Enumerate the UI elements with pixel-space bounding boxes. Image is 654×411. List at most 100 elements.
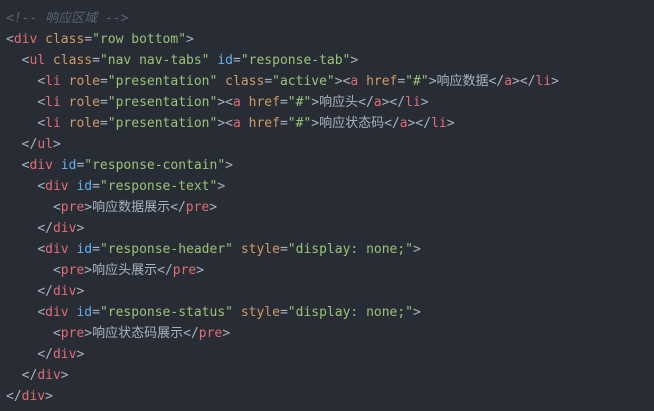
attribute-value: "presentation" <box>107 116 218 131</box>
punctuation: = <box>279 95 288 110</box>
code-block: <!-- 响应区域 --> <div class="row bottom"> <u… <box>6 8 654 407</box>
text-content <box>61 74 69 89</box>
code-line: </div> <box>6 344 654 365</box>
attribute-value: "#" <box>287 95 312 110</box>
punctuation: < <box>37 179 46 194</box>
attribute-value: "presentation" <box>107 74 218 89</box>
tag-name: div <box>45 242 69 257</box>
tag-name: a <box>233 116 241 131</box>
text-content <box>233 305 241 320</box>
tag-name: li <box>535 74 552 89</box>
punctuation: = <box>92 305 100 320</box>
tag-name: ul <box>29 53 46 68</box>
tag-name: div <box>52 284 77 299</box>
tag-name: li <box>431 116 447 131</box>
attribute-value: "presentation" <box>107 95 218 110</box>
attribute-value: "#" <box>287 116 312 131</box>
code-line: </div> <box>6 218 654 239</box>
punctuation: < <box>37 74 46 89</box>
tag-name: pre <box>172 263 197 278</box>
attribute-name: class <box>45 32 85 47</box>
punctuation: < <box>6 32 14 47</box>
tag-name: a <box>233 95 241 110</box>
code-line: <li role="presentation"><a href="#">响应头<… <box>6 92 654 113</box>
punctuation: </ <box>157 263 173 278</box>
tag-name: pre <box>198 326 223 341</box>
punctuation: >< <box>217 116 233 131</box>
punctuation: < <box>37 95 46 110</box>
punctuation: > <box>222 326 231 341</box>
punctuation: </ <box>183 326 199 341</box>
attribute-value: "response-status" <box>99 305 233 320</box>
code-line: <div id="response-status" style="display… <box>6 302 654 323</box>
punctuation: > <box>84 263 93 278</box>
text-content <box>241 116 249 131</box>
code-line: </div> <box>6 365 654 386</box>
attribute-value: "response-contain" <box>84 158 226 173</box>
attribute-value: "response-text" <box>99 179 218 194</box>
punctuation: </ <box>37 284 53 299</box>
punctuation: ></ <box>512 74 536 89</box>
punctuation: = <box>264 74 273 89</box>
attribute-name: class <box>52 53 93 68</box>
attribute-name: id <box>76 179 93 194</box>
code-line: </div> <box>6 281 654 302</box>
punctuation: = <box>279 242 288 257</box>
tag-name: ul <box>37 137 53 152</box>
tag-name: a <box>373 95 382 110</box>
code-line: <pre>响应头展示</pre> <box>6 260 654 281</box>
tag-name: a <box>504 74 513 89</box>
text-content: 响应头展示 <box>92 263 158 278</box>
punctuation: < <box>37 116 46 131</box>
text-content: 响应状态码展示 <box>92 326 184 341</box>
tag-name: pre <box>60 200 85 215</box>
punctuation: </ <box>21 368 38 383</box>
punctuation: >< <box>217 95 233 110</box>
punctuation: > <box>311 95 320 110</box>
tag-name: div <box>45 305 69 320</box>
punctuation: > <box>84 200 93 215</box>
punctuation: </ <box>21 137 38 152</box>
punctuation: </ <box>37 347 53 362</box>
text-content <box>61 95 69 110</box>
text-content: 响应数据展示 <box>92 200 171 215</box>
text-content <box>233 242 241 257</box>
attribute-name: class <box>225 74 265 89</box>
text-content <box>358 74 366 89</box>
punctuation: > <box>311 116 320 131</box>
text-content <box>241 95 249 110</box>
punctuation: > <box>551 74 559 89</box>
tag-name: div <box>21 389 46 404</box>
punctuation: </ <box>358 95 374 110</box>
code-line: <li role="presentation" class="active"><… <box>6 71 654 92</box>
punctuation: ></ <box>407 116 432 131</box>
punctuation: > <box>60 368 69 383</box>
attribute-name: id <box>76 242 93 257</box>
code-line: <div id="response-header" style="display… <box>6 239 654 260</box>
attribute-name: id <box>217 53 233 68</box>
punctuation: > <box>186 32 194 47</box>
tag-name: pre <box>60 326 85 341</box>
punctuation: > <box>428 74 437 89</box>
code-line: <pre>响应状态码展示</pre> <box>6 323 654 344</box>
punctuation: = <box>92 179 100 194</box>
punctuation: > <box>76 221 85 236</box>
attribute-name: id <box>76 305 93 320</box>
punctuation: >< <box>334 74 351 89</box>
code-editor[interactable]: <!-- 响应区域 --> <div class="row bottom"> <u… <box>0 0 654 411</box>
attribute-value: "nav nav-tabs" <box>99 53 210 68</box>
punctuation: = <box>99 74 108 89</box>
tag-name: pre <box>60 263 85 278</box>
attribute-name: style <box>240 305 280 320</box>
tag-name: a <box>399 116 408 131</box>
punctuation: > <box>350 53 359 68</box>
attribute-name: role <box>68 95 100 110</box>
attribute-value: "response-tab" <box>240 53 351 68</box>
code-line: <div class="row bottom"> <box>6 29 654 50</box>
